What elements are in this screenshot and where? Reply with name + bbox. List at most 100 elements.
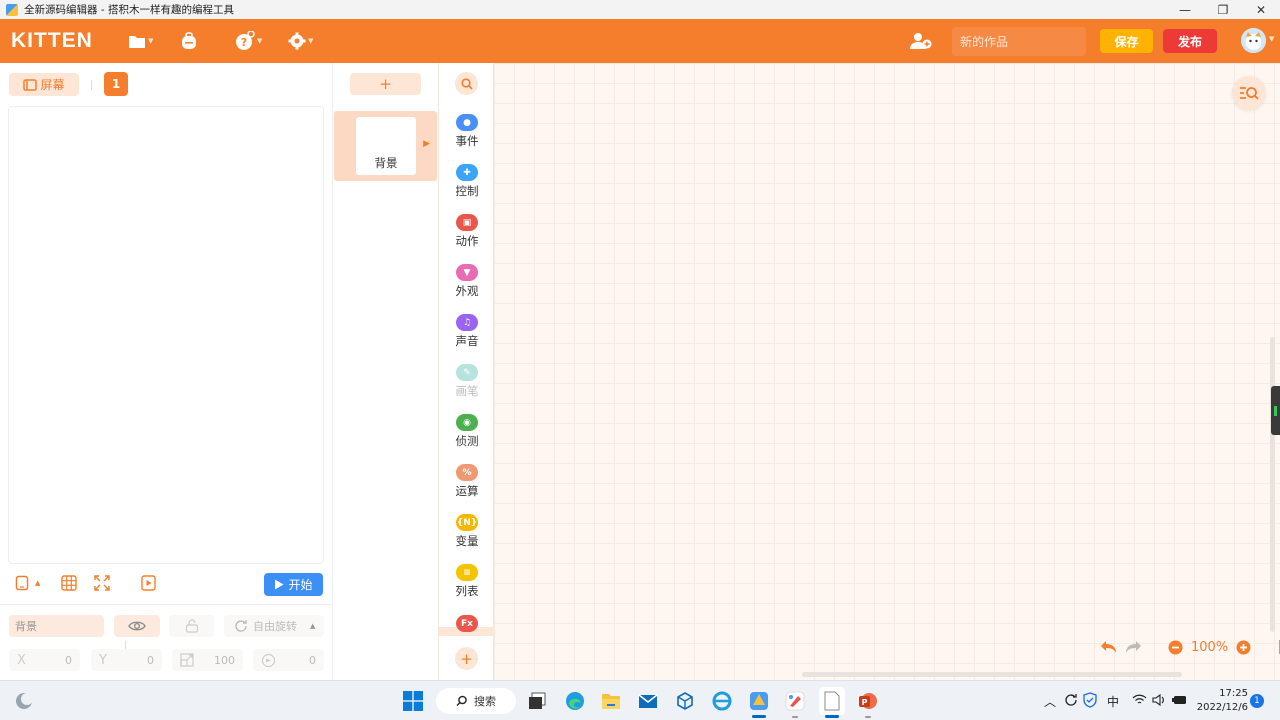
save-button[interactable]: 保存 (1100, 29, 1153, 53)
restore-button[interactable]: ❐ (1204, 0, 1242, 19)
object-name-field[interactable]: 背景 (9, 615, 104, 637)
category-variable[interactable]: {N} 变量 (439, 514, 495, 558)
category-label: 外观 (455, 284, 479, 298)
size-field[interactable]: 100 (172, 649, 243, 671)
category-control[interactable]: ✚ 控制 (439, 164, 495, 208)
file-menu[interactable]: ▼ (128, 29, 153, 53)
redo-icon[interactable] (1125, 640, 1142, 654)
avatar[interactable] (1241, 28, 1266, 53)
direction-icon (261, 653, 276, 667)
store-app[interactable] (673, 689, 697, 713)
collaborate-button[interactable] (910, 29, 932, 53)
side-panel-handle[interactable] (1271, 386, 1280, 435)
background-card[interactable]: 背景 ▶ (334, 111, 437, 181)
add-sprite-button[interactable]: + (350, 73, 421, 95)
visibility-toggle[interactable] (114, 615, 160, 637)
caret-up-icon: ▲ (35, 579, 41, 587)
start-button[interactable]: 开始 (264, 573, 323, 596)
system-clock[interactable]: 17:25 2022/12/6 (1196, 687, 1248, 715)
volume-icon[interactable] (1152, 694, 1166, 706)
sound-icon: ♫ (456, 314, 478, 331)
category-pen[interactable]: ✎ 画笔 (439, 364, 495, 408)
rotate-icon (235, 620, 247, 632)
function-icon[interactable]: Fx (456, 615, 478, 632)
fullscreen-button[interactable] (94, 575, 110, 591)
settings-menu[interactable]: ▼ (288, 29, 313, 53)
player-mode-button[interactable] (141, 575, 156, 591)
active-app-indicator (752, 715, 766, 718)
paint-app[interactable] (783, 689, 807, 713)
zoom-in-icon[interactable] (1236, 640, 1251, 655)
category-appearance[interactable]: ▼ 外观 (439, 264, 495, 308)
undo-icon[interactable] (1100, 640, 1117, 654)
x-position-field[interactable]: X 0 (9, 649, 80, 671)
file-explorer-app[interactable] (599, 689, 623, 713)
eye-icon (128, 621, 146, 631)
y-position-field[interactable]: Y 0 (91, 649, 162, 671)
kitten-editor-app[interactable] (747, 689, 771, 713)
lock-toggle[interactable] (169, 615, 214, 637)
sync-icon[interactable] (1063, 692, 1079, 708)
lock-icon (185, 619, 198, 633)
publish-button[interactable]: 发布 (1163, 29, 1217, 53)
category-action[interactable]: ▣ 动作 (439, 214, 495, 258)
add-extension-button[interactable]: + (455, 647, 478, 670)
sprite-list-panel: + 背景 ▶ (334, 63, 438, 680)
category-event[interactable]: ● 事件 (439, 114, 495, 158)
avatar-caret-icon[interactable]: ▼ (1269, 35, 1274, 43)
cube-icon (677, 692, 693, 710)
vertical-scrollbar[interactable] (1270, 337, 1275, 632)
svg-text:P: P (862, 698, 868, 707)
powerpoint-app[interactable]: P (856, 689, 880, 713)
app-header: KITTEN ▼ ? ▼ ▼ 保存 发布 ▼ (0, 19, 1280, 63)
workspace-search-button[interactable] (1232, 76, 1266, 110)
direction-field[interactable]: 0 (253, 649, 324, 671)
start-menu-button[interactable] (401, 689, 425, 713)
mail-app[interactable] (636, 689, 660, 713)
taskbar-search[interactable]: 搜索 (436, 688, 516, 714)
stage-size-button[interactable]: ▲ (15, 575, 40, 591)
edge-app[interactable] (563, 689, 587, 713)
screen-toggle-button[interactable]: 屏幕 (9, 73, 79, 96)
shield-icon[interactable] (1083, 692, 1097, 708)
category-list[interactable]: ≡ 列表 (439, 564, 495, 608)
category-label: 事件 (455, 134, 479, 148)
category-sound[interactable]: ♫ 声音 (439, 314, 495, 358)
edge-icon (566, 692, 584, 710)
variable-icon: {N} (456, 514, 478, 531)
chevron-right-icon[interactable]: ▶ (423, 139, 430, 149)
taskview-button[interactable] (525, 689, 549, 713)
backpack-button[interactable] (180, 29, 198, 53)
screen-icon (23, 78, 38, 91)
code-workspace[interactable]: 100% (494, 63, 1280, 680)
horizontal-scrollbar[interactable] (802, 672, 1182, 677)
control-icon: ✚ (456, 164, 478, 181)
folder-icon (602, 694, 620, 709)
show-hidden-icons-icon[interactable]: ︿ (1044, 693, 1056, 710)
wifi-icon[interactable] (1132, 694, 1147, 706)
work-title-input[interactable] (952, 27, 1086, 56)
battery-icon[interactable] (1172, 694, 1188, 706)
window-title: 全新源码编辑器 - 搭积木一样有趣的编程工具 (24, 4, 234, 16)
caret-up-icon: ▲ (310, 622, 316, 630)
grid-toggle-button[interactable] (61, 575, 77, 591)
folder-icon (129, 35, 145, 48)
zoom-out-icon[interactable] (1168, 640, 1183, 655)
screen-number-tab[interactable]: 1 (104, 72, 128, 96)
minimize-button[interactable]: — (1166, 0, 1204, 19)
list-icon: ≡ (456, 564, 478, 581)
category-operator[interactable]: % 运算 (439, 464, 495, 508)
operator-icon: % (456, 464, 478, 481)
stage-canvas[interactable] (8, 106, 324, 564)
ie-app[interactable] (710, 689, 734, 713)
rotation-mode-select[interactable]: 自由旋转 ▲ (224, 615, 324, 637)
category-detect[interactable]: ◉ 侦测 (439, 414, 495, 458)
help-menu[interactable]: ? ▼ (235, 29, 262, 53)
notepad-app[interactable] (819, 687, 845, 715)
action-icon: ▣ (456, 214, 478, 231)
close-button[interactable]: ✕ (1242, 0, 1280, 19)
notification-badge[interactable]: 1 (1250, 694, 1264, 708)
widgets-button[interactable] (12, 689, 36, 713)
block-search-button[interactable] (455, 72, 478, 95)
ime-indicator[interactable]: 中 (1107, 693, 1119, 710)
